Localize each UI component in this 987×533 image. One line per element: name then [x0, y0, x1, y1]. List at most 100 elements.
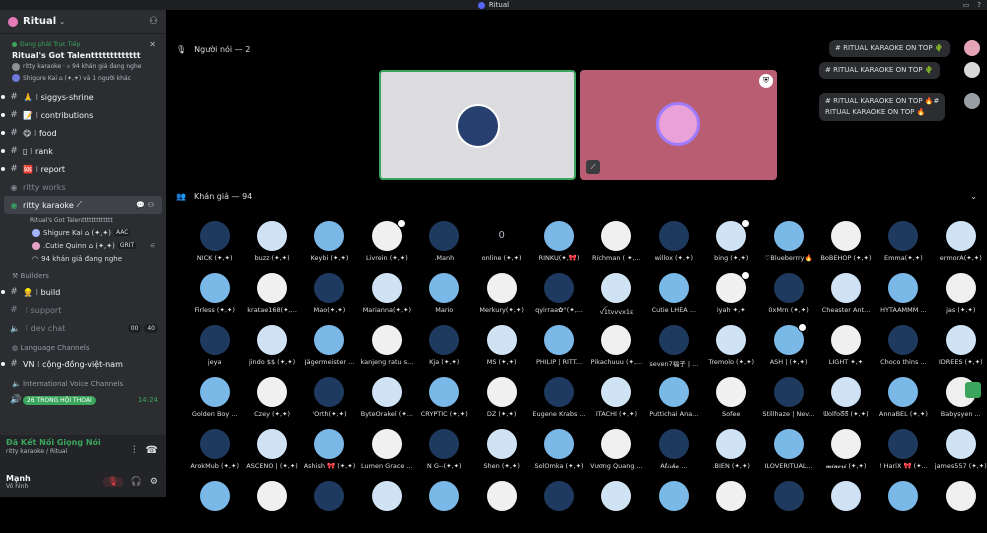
audience-member[interactable]: jindo $$ (✦,✦): [243, 325, 300, 377]
channel-report[interactable]: # 🆘 ⁝ report: [0, 160, 166, 178]
channel-food[interactable]: # 😋 ⁝ food: [0, 124, 166, 142]
audience-member[interactable]: [186, 481, 243, 533]
audience-member[interactable]: 0 online (✦,✦): [473, 221, 530, 273]
intl-voice-status[interactable]: 🔊 26 TRONG HỘI THOẠI 14:24: [0, 391, 166, 409]
channel-siggys-shrine[interactable]: # 🙏 ⁝ siggys-shrine: [0, 88, 166, 106]
audience-member[interactable]: ermorA(✦,✦): [932, 221, 987, 273]
server-header[interactable]: Ritual ⌄ ⚇: [0, 10, 166, 34]
category-language-channels[interactable]: ◍ Language Channels: [0, 341, 166, 355]
gear-icon[interactable]: ⚙: [150, 477, 158, 487]
headphones-icon[interactable]: 🎧: [131, 477, 142, 487]
audience-member[interactable]: N G--(✦,✦): [416, 429, 473, 481]
audience-member[interactable]: jas (✦,✦): [932, 273, 987, 325]
audience-member[interactable]: Puttichai Ana...: [645, 377, 702, 429]
noise-suppression-icon[interactable]: ⫶: [133, 445, 136, 456]
audience-member[interactable]: Cheaster Ant...: [817, 273, 874, 325]
audience-member[interactable]: Aℓ𝒾𝓈𝒽𝒶 ...: [645, 429, 702, 481]
audience-member[interactable]: DZ (✦,✦): [473, 377, 530, 429]
audience-member[interactable]: Kja (✦,✦): [416, 325, 473, 377]
audience-member[interactable]: Cutie LHEA ...: [645, 273, 702, 325]
audience-member[interactable]: qyirraa✿°(✦,...: [530, 273, 587, 325]
speaker-tile-2[interactable]: ⛨ ⟋: [580, 70, 777, 180]
audience-member[interactable]: kratae168(✦,...: [243, 273, 300, 325]
audience-member[interactable]: 'Orth(✦,✦): [301, 377, 358, 429]
audience-member[interactable]: [645, 481, 702, 533]
audience-member[interactable]: Tremolo (✦,✦): [703, 325, 760, 377]
audience-member[interactable]: Stillhaze | Nev...: [760, 377, 817, 429]
inbox-icon[interactable]: ▭: [963, 1, 970, 9]
audience-member[interactable]: RINKU(✦,🎀): [530, 221, 587, 273]
audience-member[interactable]: Mario: [416, 273, 473, 325]
audience-member[interactable]: [530, 481, 587, 533]
chat-bubble-icon[interactable]: 💬: [136, 201, 145, 209]
add-user-icon[interactable]: ⚇: [148, 201, 154, 209]
speaker-tile-1[interactable]: [379, 70, 576, 180]
audience-member[interactable]: BoBEHOP (✦,✦): [817, 221, 874, 273]
audience-member[interactable]: HYTAAMMM ...: [875, 273, 932, 325]
audience-member[interactable]: [760, 481, 817, 533]
audience-member[interactable]: 0xMrn (✦,✦): [760, 273, 817, 325]
voice-user-shigure[interactable]: Shigure Kai ⌂ (✦,✦) AAC: [0, 226, 166, 239]
audience-member[interactable]: willox (✦,✦): [645, 221, 702, 273]
audience-member[interactable]: LIGHT ✦,✦: [817, 325, 874, 377]
audience-member[interactable]: ASH | (✦,✦): [760, 323, 817, 377]
help-icon[interactable]: ?: [977, 1, 981, 9]
audience-member[interactable]: AnnaBEL (✦,✦): [875, 377, 932, 429]
audience-member[interactable]: [243, 481, 300, 533]
audience-member[interactable]: Merkury(✦,✦): [473, 273, 530, 325]
live-stage-card[interactable]: Đang phát Trực Tiếp Ritual's Got Talentt…: [6, 38, 160, 86]
audience-member[interactable]: Emma(✦,✦): [875, 221, 932, 273]
voice-user-cutie-quinn[interactable]: .Cutie Quinn ⌂ (✦,✦) GRIT ⚟: [0, 239, 166, 252]
audience-member[interactable]: [416, 481, 473, 533]
audience-member[interactable]: james557 (✦,✦): [932, 429, 987, 481]
audience-member[interactable]: .Manh: [416, 221, 473, 273]
audience-member[interactable]: Shen (✦,✦): [473, 429, 530, 481]
audience-member[interactable]: kanjeng ratu s...: [358, 325, 415, 377]
add-people-icon[interactable]: ⚇: [149, 16, 158, 27]
audience-member[interactable]: Golden Boy ...: [186, 377, 243, 429]
voice-channel-ritty-works[interactable]: ◉ ritty works: [0, 178, 166, 196]
audience-member[interactable]: Sofee: [703, 377, 760, 429]
audience-member[interactable]: Lumen Grace ...: [358, 429, 415, 481]
channel-rank[interactable]: # ▯ ⁝ rank: [0, 142, 166, 160]
audience-member[interactable]: iyah ✦,✦: [703, 271, 760, 325]
audience-member[interactable]: Czey (✦,✦): [243, 377, 300, 429]
activity-launcher-icon[interactable]: [965, 382, 981, 398]
audience-member[interactable]: Firless (✦,✦): [186, 273, 243, 325]
channel-build[interactable]: # 👷 ⁝ build: [0, 283, 166, 301]
audience-member[interactable]: ILOVERITUAL...: [760, 429, 817, 481]
voice-channel-ritty-karaoke[interactable]: ◉ ritty karaoke ⟋ 💬 ⚇: [4, 196, 162, 214]
disconnect-icon[interactable]: ☎: [146, 445, 158, 456]
audience-member[interactable]: [817, 481, 874, 533]
audience-member[interactable]: Vương Quang ...: [588, 429, 645, 481]
audience-member[interactable]: ꪜ1tvvvx1ε: [588, 273, 645, 325]
audience-member[interactable]: Pikachuuu (✦,...: [588, 325, 645, 377]
audience-member[interactable]: Jägermeister ...: [301, 325, 358, 377]
category-builders[interactable]: ⚒ Builders: [0, 269, 166, 283]
audience-member[interactable]: ASCENO | (✦,✦): [243, 429, 300, 481]
audience-member[interactable]: [875, 481, 932, 533]
audience-member[interactable]: PHILIP | RITT...: [530, 325, 587, 377]
chevron-down-icon[interactable]: ⌄: [970, 192, 977, 201]
audience-member[interactable]: buzz (✦,✦): [243, 221, 300, 273]
audience-member[interactable]: Eugene Krabs ...: [530, 377, 587, 429]
category-international-voice[interactable]: 🔈 International Voice Channels: [0, 377, 166, 391]
audience-member[interactable]: ITACHI (✦,✦): [588, 377, 645, 429]
audience-member[interactable]: bing (✦,✦): [703, 219, 760, 273]
audience-member[interactable]: CRYPTIC (✦,✦): [416, 377, 473, 429]
audience-member[interactable]: jeya: [186, 325, 243, 377]
audience-member[interactable]: ArokMub (✦,✦): [186, 429, 243, 481]
audience-member[interactable]: .BIEN (✦,✦): [703, 429, 760, 481]
channel-contributions[interactable]: # 📝 ⁝ contributions: [0, 106, 166, 124]
voice-channel-dev-chat[interactable]: 🔈 ⁝ dev chat 00 40: [0, 319, 166, 337]
audience-member[interactable]: [358, 481, 415, 533]
audience-member[interactable]: SolOmka (✦,✦): [530, 429, 587, 481]
audience-member[interactable]: [473, 481, 530, 533]
audience-member[interactable]: IDREES (✦,✦): [932, 325, 987, 377]
audience-member[interactable]: Ashish 🎀 (✦,✦): [301, 429, 358, 481]
audience-member[interactable]: NICK (✦,✦): [186, 221, 243, 273]
audience-member[interactable]: Keybi (✦,✦): [301, 221, 358, 273]
audience-member[interactable]: [703, 481, 760, 533]
audience-member[interactable]: Marianna(✦,✦): [358, 273, 415, 325]
audience-member[interactable]: MS (✦,✦): [473, 325, 530, 377]
